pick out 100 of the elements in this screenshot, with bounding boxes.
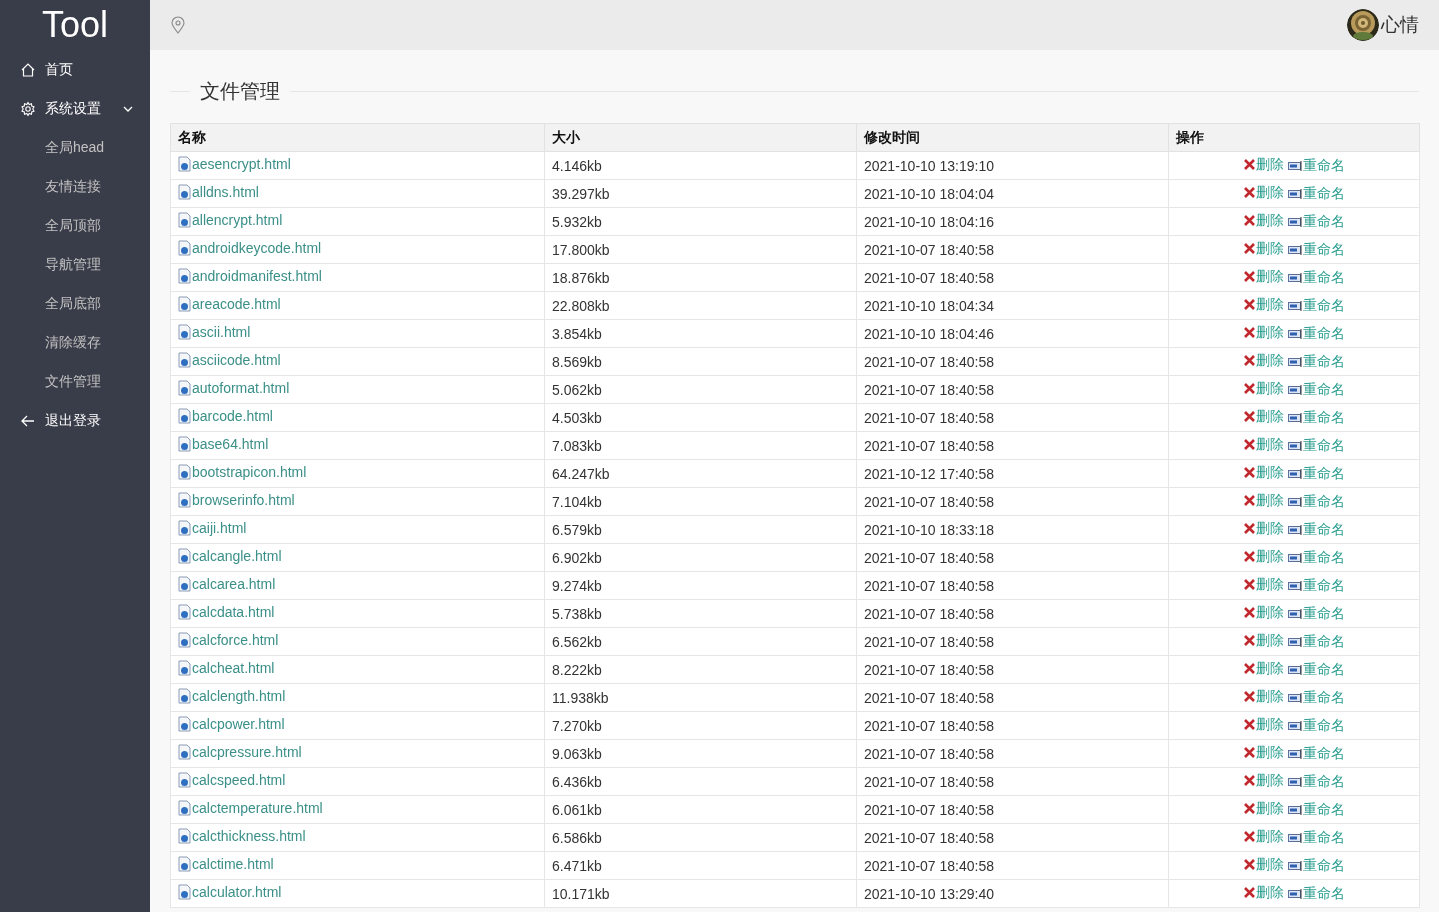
delete-link[interactable]: 删除 [1243, 407, 1284, 426]
delete-link[interactable]: 删除 [1243, 435, 1284, 454]
rename-link[interactable]: 重命名 [1284, 885, 1345, 904]
delete-link[interactable]: 删除 [1243, 379, 1284, 398]
delete-link[interactable]: 删除 [1243, 743, 1284, 762]
delete-link[interactable]: 删除 [1243, 267, 1284, 286]
file-link[interactable]: calclength.html [178, 688, 286, 704]
rename-link[interactable]: 重命名 [1284, 241, 1345, 260]
delete-icon [1243, 578, 1256, 592]
rename-link[interactable]: 重命名 [1284, 521, 1345, 540]
delete-link[interactable]: 删除 [1243, 799, 1284, 818]
delete-icon [1243, 270, 1256, 284]
rename-link[interactable]: 重命名 [1284, 829, 1345, 848]
rename-icon [1288, 525, 1303, 536]
file-link[interactable]: calculator.html [178, 884, 282, 900]
delete-link[interactable]: 删除 [1243, 519, 1284, 538]
delete-link[interactable]: 删除 [1243, 659, 1284, 678]
rename-link[interactable]: 重命名 [1284, 577, 1345, 596]
nav-item[interactable]: 首页 [0, 50, 150, 89]
date-cell: 2021-10-07 18:40:58 [856, 431, 1169, 460]
rename-link[interactable]: 重命名 [1284, 213, 1345, 232]
delete-link[interactable]: 删除 [1243, 715, 1284, 734]
nav-subitem[interactable]: 清除缓存 [0, 323, 150, 362]
file-icon [178, 856, 191, 872]
file-link[interactable]: autoformat.html [178, 380, 290, 396]
delete-link[interactable]: 删除 [1243, 771, 1284, 790]
file-link[interactable]: bootstrapicon.html [178, 464, 307, 480]
rename-link[interactable]: 重命名 [1284, 717, 1345, 736]
nav-subitem[interactable]: 全局head [0, 128, 150, 167]
file-link[interactable]: calctime.html [178, 856, 274, 872]
file-link[interactable]: allencrypt.html [178, 212, 283, 228]
rename-link[interactable]: 重命名 [1284, 689, 1345, 708]
file-link[interactable]: calcangle.html [178, 548, 282, 564]
rename-link[interactable]: 重命名 [1284, 353, 1345, 372]
rename-link[interactable]: 重命名 [1284, 269, 1345, 288]
delete-link[interactable]: 删除 [1243, 295, 1284, 314]
delete-link[interactable]: 删除 [1243, 323, 1284, 342]
file-link[interactable]: aesencrypt.html [178, 156, 291, 172]
delete-link[interactable]: 删除 [1243, 631, 1284, 650]
file-link[interactable]: browserinfo.html [178, 492, 295, 508]
location-pin-icon[interactable] [170, 16, 186, 34]
rename-link[interactable]: 重命名 [1284, 185, 1345, 204]
date-cell: 2021-10-10 18:04:16 [856, 207, 1169, 236]
file-link[interactable]: calcdata.html [178, 604, 275, 620]
rename-link[interactable]: 重命名 [1284, 157, 1345, 176]
rename-link[interactable]: 重命名 [1284, 297, 1345, 316]
delete-link[interactable]: 删除 [1243, 827, 1284, 846]
delete-link[interactable]: 删除 [1243, 491, 1284, 510]
nav-subitem[interactable]: 全局底部 [0, 284, 150, 323]
rename-link[interactable]: 重命名 [1284, 493, 1345, 512]
rename-link[interactable]: 重命名 [1284, 857, 1345, 876]
rename-link[interactable]: 重命名 [1284, 465, 1345, 484]
delete-link[interactable]: 删除 [1243, 211, 1284, 230]
size-cell: 7.270kb [544, 711, 857, 740]
file-link[interactable]: areacode.html [178, 296, 281, 312]
rename-link[interactable]: 重命名 [1284, 801, 1345, 820]
file-link[interactable]: calcarea.html [178, 576, 276, 592]
nav-subitem[interactable]: 文件管理 [0, 362, 150, 401]
delete-link[interactable]: 删除 [1243, 547, 1284, 566]
file-link[interactable]: alldns.html [178, 184, 259, 200]
file-icon [178, 632, 191, 648]
delete-link[interactable]: 删除 [1243, 687, 1284, 706]
nav-subitem[interactable]: 友情连接 [0, 167, 150, 206]
file-link[interactable]: asciicode.html [178, 352, 281, 368]
nav-subitem[interactable]: 导航管理 [0, 245, 150, 284]
rename-link[interactable]: 重命名 [1284, 325, 1345, 344]
delete-link[interactable]: 删除 [1243, 575, 1284, 594]
delete-link[interactable]: 删除 [1243, 883, 1284, 902]
file-link[interactable]: calcpower.html [178, 716, 285, 732]
rename-link[interactable]: 重命名 [1284, 549, 1345, 568]
rename-link[interactable]: 重命名 [1284, 437, 1345, 456]
delete-icon [1243, 634, 1256, 648]
file-link[interactable]: calcforce.html [178, 632, 279, 648]
rename-link[interactable]: 重命名 [1284, 773, 1345, 792]
rename-link[interactable]: 重命名 [1284, 381, 1345, 400]
delete-link[interactable]: 删除 [1243, 351, 1284, 370]
file-link[interactable]: calcthickness.html [178, 828, 306, 844]
file-link[interactable]: calcspeed.html [178, 772, 286, 788]
file-link[interactable]: calcpressure.html [178, 744, 302, 760]
delete-link[interactable]: 删除 [1243, 183, 1284, 202]
file-link[interactable]: calcheat.html [178, 660, 275, 676]
delete-link[interactable]: 删除 [1243, 463, 1284, 482]
delete-link[interactable]: 删除 [1243, 855, 1284, 874]
file-link[interactable]: caiji.html [178, 520, 247, 536]
nav-item[interactable]: 系统设置 [0, 89, 150, 128]
file-link[interactable]: ascii.html [178, 324, 251, 340]
rename-link[interactable]: 重命名 [1284, 661, 1345, 680]
rename-link[interactable]: 重命名 [1284, 633, 1345, 652]
file-link[interactable]: barcode.html [178, 408, 273, 424]
rename-link[interactable]: 重命名 [1284, 605, 1345, 624]
delete-link[interactable]: 删除 [1243, 603, 1284, 622]
delete-icon [1243, 774, 1256, 788]
rename-link[interactable]: 重命名 [1284, 745, 1345, 764]
delete-link[interactable]: 删除 [1243, 155, 1284, 174]
nav-item[interactable]: 退出登录 [0, 401, 150, 440]
username[interactable]: 心情 [1381, 12, 1419, 38]
delete-link[interactable]: 删除 [1243, 239, 1284, 258]
rename-link[interactable]: 重命名 [1284, 409, 1345, 428]
nav-subitem[interactable]: 全局顶部 [0, 206, 150, 245]
file-link[interactable]: base64.html [178, 436, 269, 452]
